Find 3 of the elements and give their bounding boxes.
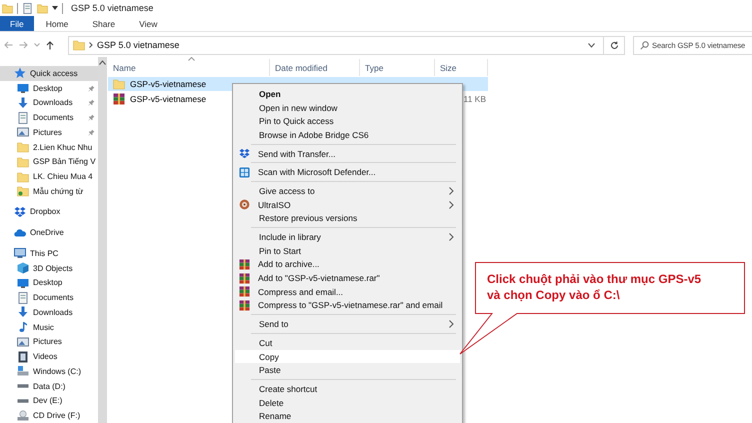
window-title: GSP 5.0 vietnamese [71, 3, 154, 13]
size-text: 11 KB [463, 94, 486, 104]
callout-text: Click chuột phải vào thư mục GPS-v5 và chọn Copy vào ổ C:\ [487, 271, 702, 303]
